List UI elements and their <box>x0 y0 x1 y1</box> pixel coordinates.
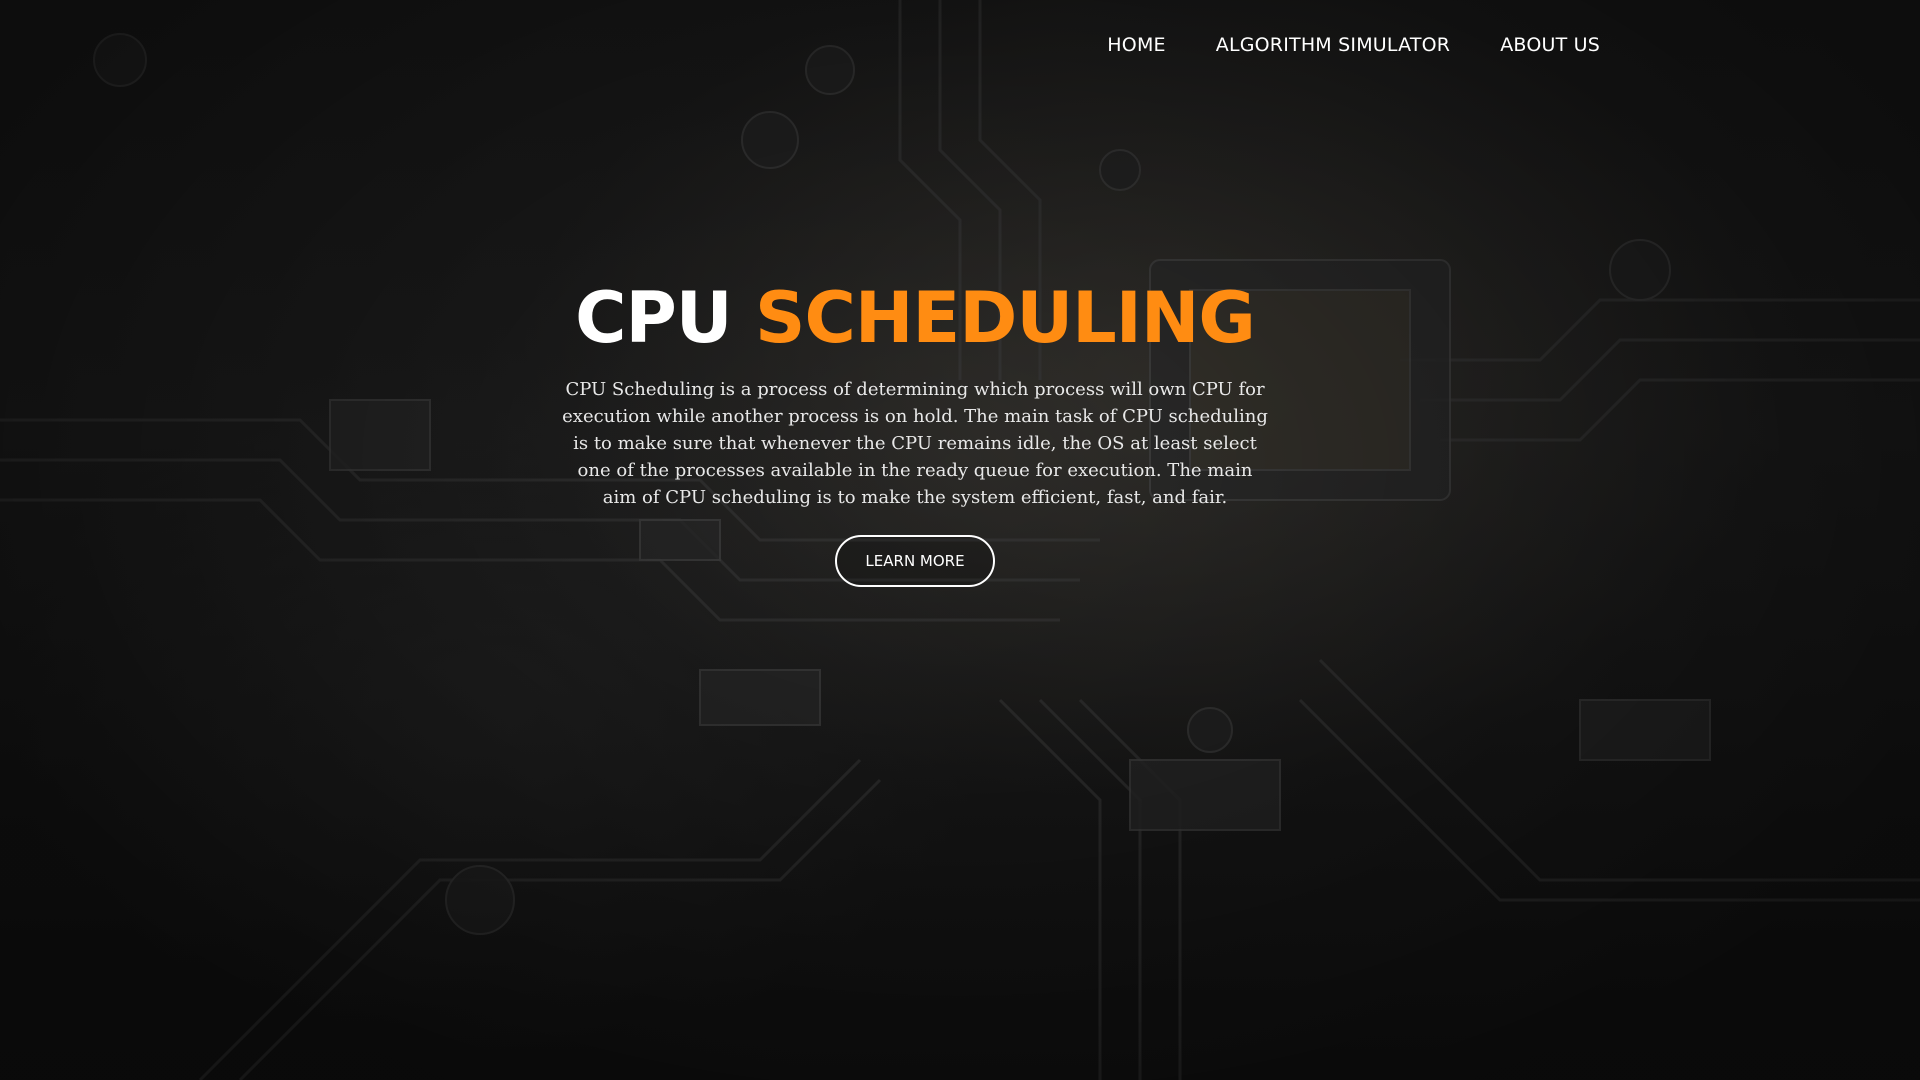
nav-algorithm-simulator-link[interactable]: ALGORITHM SIMULATOR <box>1216 34 1450 56</box>
learn-more-button[interactable]: LEARN MORE <box>835 535 995 587</box>
page-title: CPU SCHEDULING <box>560 270 1270 366</box>
nav-home-link[interactable]: HOME <box>1107 34 1165 56</box>
hero-description: CPU Scheduling is a process of determini… <box>562 379 1268 508</box>
hero-section: HOME ALGORITHM SIMULATOR ABOUT US CPU SC… <box>0 0 1920 1080</box>
main-nav: HOME ALGORITHM SIMULATOR ABOUT US <box>1107 34 1600 56</box>
nav-about-us-link[interactable]: ABOUT US <box>1500 34 1600 56</box>
hero-content: CPU SCHEDULING CPU Scheduling is a proce… <box>560 270 1270 587</box>
title-scheduling: SCHEDULING <box>755 277 1256 359</box>
title-cpu: CPU <box>575 277 733 359</box>
